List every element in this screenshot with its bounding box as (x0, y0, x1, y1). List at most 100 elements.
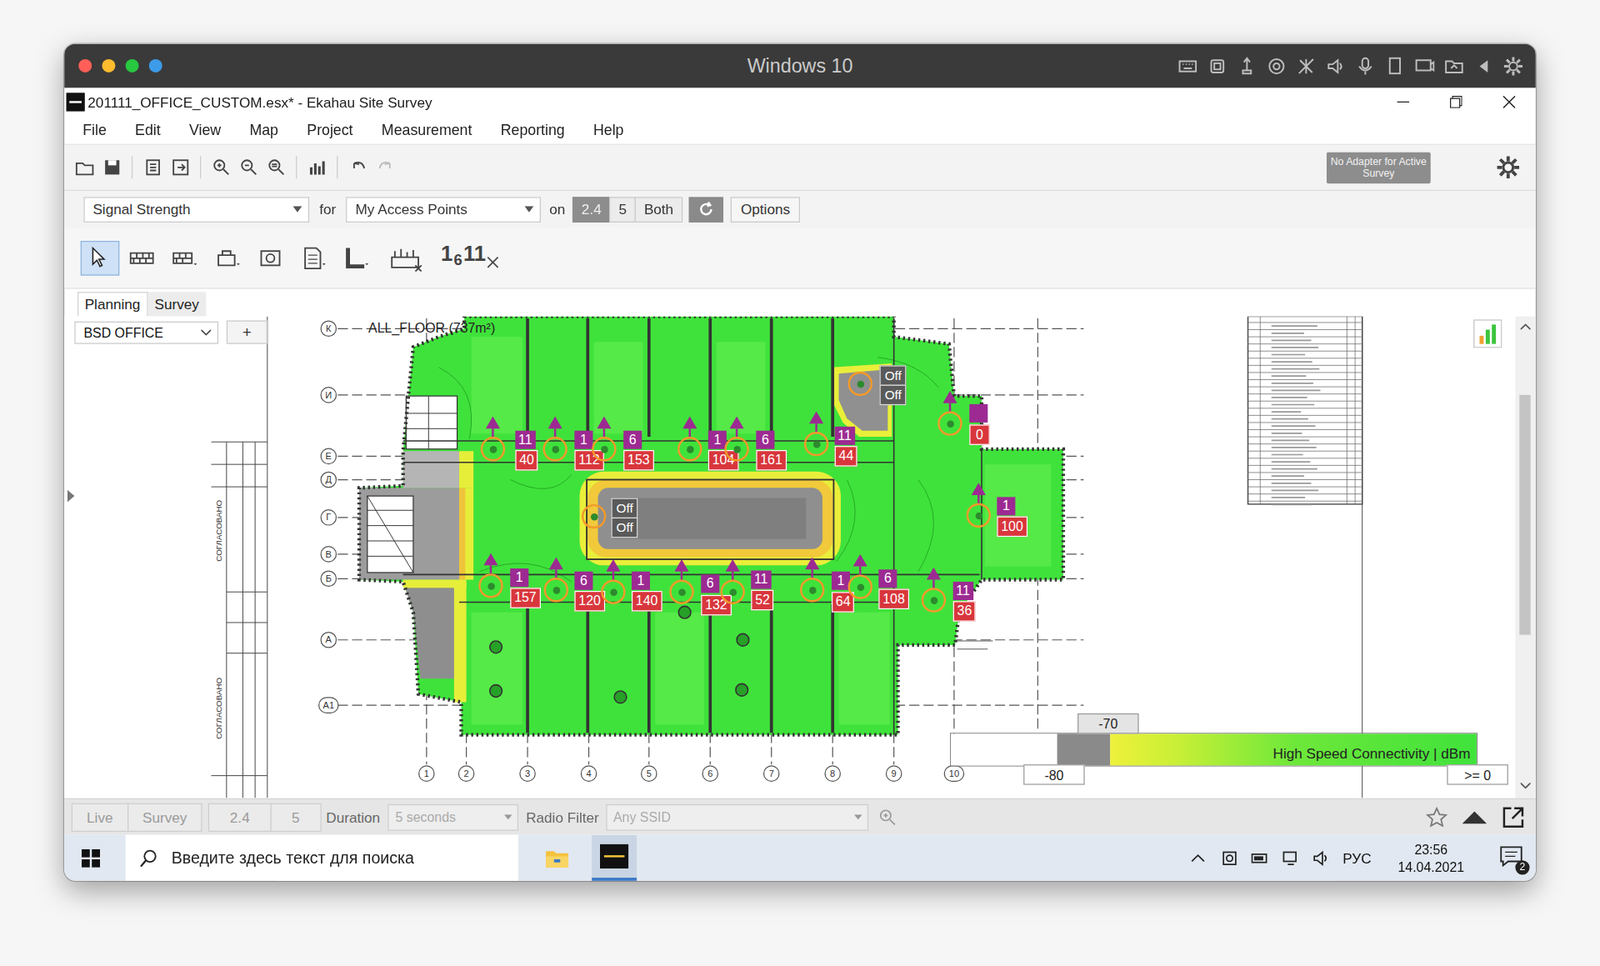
minimize-icon[interactable] (1376, 87, 1430, 115)
survey-mode-button[interactable]: Survey (127, 802, 203, 831)
keyboard-icon[interactable] (1177, 55, 1198, 76)
chip-icon[interactable] (1207, 55, 1228, 76)
device-icon[interactable] (1385, 55, 1405, 76)
restore-icon[interactable] (1430, 87, 1484, 115)
host-window-title: Windows 10 (747, 55, 854, 78)
battery-icon[interactable] (1250, 848, 1270, 867)
sound-icon[interactable] (1325, 55, 1346, 76)
zoom-out-icon[interactable] (235, 151, 263, 183)
vertical-scrollbar[interactable] (1515, 316, 1535, 799)
access-point-name-badge: 64 (831, 591, 855, 612)
menu-item[interactable]: Help (579, 118, 639, 141)
access-point-name-badge: 161 (755, 450, 786, 470)
floor-area-icon[interactable] (251, 240, 291, 275)
pointer-icon[interactable] (80, 240, 120, 275)
zoom-in-icon[interactable] (207, 151, 235, 183)
signal-legend[interactable]: High Speed Connectivity | dBm (950, 732, 1478, 766)
visualization-dropdown[interactable]: Signal Strength (83, 196, 310, 223)
chart-icon[interactable] (303, 151, 331, 183)
microphone-icon[interactable] (1355, 55, 1375, 76)
row-axis-label: И (320, 386, 337, 404)
floor-plan-drawing (64, 316, 1515, 799)
close-icon[interactable] (1482, 87, 1536, 115)
menu-item[interactable]: View (175, 118, 235, 141)
mode-tab[interactable]: Survey (147, 291, 207, 316)
usb-icon[interactable] (1236, 55, 1257, 76)
channel-planner-tool[interactable]: 1611 (435, 240, 505, 275)
legend-threshold[interactable]: -70 (1077, 713, 1139, 734)
redo-icon[interactable] (371, 151, 400, 183)
survey-band-button[interactable]: 2.4 (208, 802, 271, 831)
camera-off-icon[interactable] (1266, 55, 1287, 76)
settings-gear-icon[interactable] (1494, 151, 1522, 183)
input-language[interactable]: РУС (1342, 849, 1371, 866)
menu-item[interactable]: Project (292, 118, 368, 141)
duration-dropdown[interactable]: 5 seconds (388, 803, 520, 830)
note-icon[interactable] (295, 240, 335, 275)
open-icon[interactable] (70, 151, 98, 183)
target-dropdown[interactable]: My Access Points (346, 196, 542, 223)
attenuation-area-icon[interactable] (209, 240, 249, 275)
taskbar-search[interactable]: Введите здесь текст для поиска (125, 835, 519, 881)
menu-item[interactable]: File (68, 118, 121, 141)
popout-icon[interactable] (1500, 805, 1525, 830)
floor-value: BSD OFFICE (83, 325, 164, 340)
save-icon[interactable] (98, 151, 126, 183)
refresh-icon[interactable] (689, 196, 725, 223)
zoom-icon[interactable] (878, 807, 897, 826)
approval-stamp-text: СОГЛАСОВАНО (215, 677, 225, 740)
minimize-button[interactable] (101, 59, 115, 73)
add-floor-button[interactable]: + (226, 320, 268, 344)
band-button[interactable]: 2.4 (572, 196, 611, 223)
menu-item[interactable]: Map (235, 118, 293, 141)
menu-item[interactable]: Reporting (486, 118, 580, 141)
parallels-icon[interactable] (1220, 848, 1239, 867)
expand-panel-icon[interactable] (67, 490, 75, 503)
volume-icon[interactable] (1312, 848, 1331, 867)
floor-dropdown[interactable]: BSD OFFICE (74, 321, 219, 345)
survey-mode-button[interactable]: Live (71, 802, 129, 831)
legend-max[interactable]: >= 0 (1446, 764, 1508, 785)
undo-icon[interactable] (344, 151, 372, 183)
taskbar-clock[interactable]: 23:5614.04.2021 (1397, 840, 1465, 875)
favorite-star-icon[interactable] (1425, 805, 1449, 829)
mode-tab[interactable]: Planning (77, 291, 148, 316)
radio-filter-dropdown[interactable]: Any SSID (605, 803, 869, 830)
floor-plan-canvas[interactable]: BSD OFFICE+КИЕДГВБАА112345678910ALL_FLOO… (64, 316, 1515, 799)
gear-icon[interactable] (1503, 55, 1524, 76)
menu-item[interactable]: Measurement (367, 118, 487, 141)
band-button[interactable]: 5 (610, 196, 637, 223)
band-button[interactable]: Both (635, 196, 683, 223)
zoom-button[interactable] (125, 59, 140, 73)
zoom-fit-icon[interactable] (262, 151, 290, 183)
file-explorer-icon[interactable] (535, 835, 580, 881)
menu-item[interactable]: Edit (120, 118, 175, 141)
antenna-direction-icon (674, 559, 689, 582)
row-axis-label: Б (320, 570, 337, 587)
coverage-chart-icon[interactable] (1473, 319, 1502, 348)
wall-type-icon[interactable] (166, 240, 206, 275)
auto-planner-icon[interactable] (380, 240, 432, 275)
notification-center[interactable]: 2 (1499, 844, 1526, 871)
corner-icon[interactable] (337, 240, 377, 275)
column-axis-label: 3 (519, 765, 536, 782)
export-icon[interactable] (166, 151, 195, 183)
windows-start-icon[interactable] (68, 835, 114, 881)
scrollbar-thumb[interactable] (1519, 395, 1530, 635)
close-button[interactable] (78, 59, 92, 73)
share-button[interactable] (149, 59, 163, 73)
network-icon[interactable] (1295, 55, 1316, 76)
display-icon[interactable] (1414, 55, 1435, 76)
options-button[interactable]: Options (730, 196, 801, 223)
report-icon[interactable] (139, 151, 167, 183)
survey-band-button[interactable]: 5 (270, 802, 321, 831)
tray-overflow-icon[interactable] (1190, 848, 1209, 867)
folder-share-icon[interactable] (1444, 55, 1465, 76)
legend-min[interactable]: -80 (1023, 764, 1085, 785)
back-icon[interactable] (1473, 55, 1494, 76)
wall-icon[interactable] (123, 240, 163, 275)
ekahau-taskbar-icon[interactable] (591, 835, 637, 881)
network-icon[interactable] (1281, 848, 1300, 867)
expand-up-icon[interactable] (1462, 808, 1487, 825)
row-axis-label: А1 (318, 696, 339, 714)
